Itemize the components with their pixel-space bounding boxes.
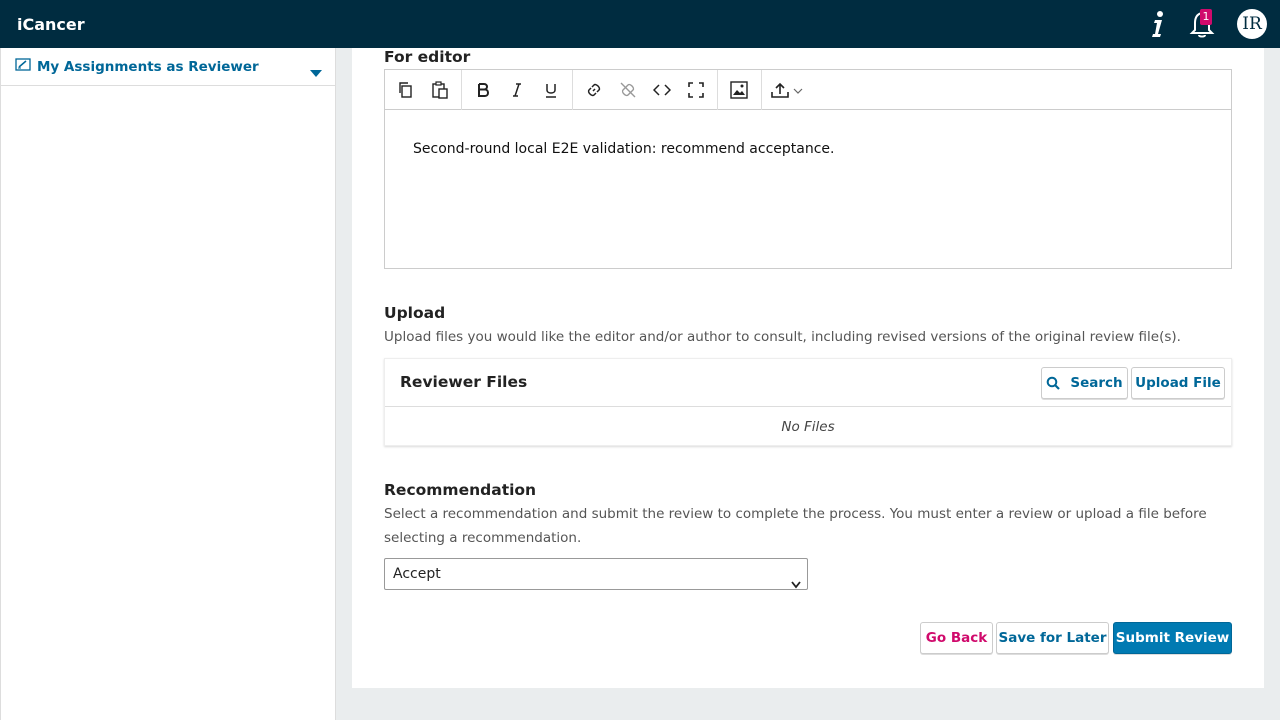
paste-icon[interactable]	[428, 78, 452, 102]
editor-for-editor[interactable]: Second-round local E2E validation: recom…	[384, 69, 1232, 269]
recommendation-value: Accept	[393, 566, 441, 582]
upload-menu-icon[interactable]	[771, 78, 807, 102]
review-icon	[15, 57, 31, 76]
sidebar-item-label: My Assignments as Reviewer	[37, 58, 259, 75]
sidebar-item-my-assignments[interactable]: My Assignments as Reviewer	[1, 48, 335, 86]
unlink-icon[interactable]	[616, 78, 640, 102]
review-form: For editor Second-round local E2E valida…	[352, 48, 1264, 688]
caret-down-icon[interactable]	[310, 63, 322, 82]
reviewer-files-header: Reviewer Files Search Upload File	[385, 359, 1231, 407]
go-back-button[interactable]: Go Back	[920, 622, 993, 654]
fullscreen-icon[interactable]	[684, 78, 708, 102]
reviewer-files-panel: Reviewer Files Search Upload File No Fil…	[384, 358, 1232, 446]
submit-review-button[interactable]: Submit Review	[1113, 622, 1232, 654]
recommendation-label: Recommendation	[384, 481, 537, 499]
copy-icon[interactable]	[394, 78, 418, 102]
recommendation-select[interactable]: Accept	[384, 558, 808, 590]
image-icon[interactable]	[727, 78, 751, 102]
sidebar: My Assignments as Reviewer	[0, 48, 336, 720]
search-files-button[interactable]: Search	[1041, 367, 1128, 399]
recommendation-description: Select a recommendation and submit the r…	[384, 506, 1207, 546]
link-icon[interactable]	[582, 78, 606, 102]
save-for-later-button[interactable]: Save for Later	[996, 622, 1109, 654]
editor-content[interactable]: Second-round local E2E validation: recom…	[413, 141, 834, 157]
search-label: Search	[1070, 375, 1123, 391]
underline-icon[interactable]	[539, 78, 563, 102]
bold-icon[interactable]	[471, 78, 495, 102]
no-files-text: No Files	[781, 419, 835, 435]
info-icon[interactable]	[1147, 8, 1169, 40]
reviewer-files-title: Reviewer Files	[400, 373, 528, 391]
chevron-down-icon	[791, 570, 801, 600]
editor-toolbar	[385, 70, 1231, 110]
top-bar: iCancer 1 IR	[0, 0, 1280, 48]
avatar[interactable]: IR	[1237, 9, 1267, 39]
notification-badge: 1	[1200, 9, 1212, 25]
code-icon[interactable]	[650, 78, 674, 102]
app-title[interactable]: iCancer	[17, 15, 85, 34]
upload-file-button[interactable]: Upload File	[1131, 367, 1225, 399]
for-editor-label: For editor	[384, 48, 471, 66]
upload-description: Upload files you would like the editor a…	[384, 329, 1181, 345]
italic-icon[interactable]	[505, 78, 529, 102]
search-icon	[1047, 376, 1061, 390]
upload-label: Upload	[384, 304, 446, 322]
notifications-button[interactable]: 1	[1186, 6, 1222, 42]
